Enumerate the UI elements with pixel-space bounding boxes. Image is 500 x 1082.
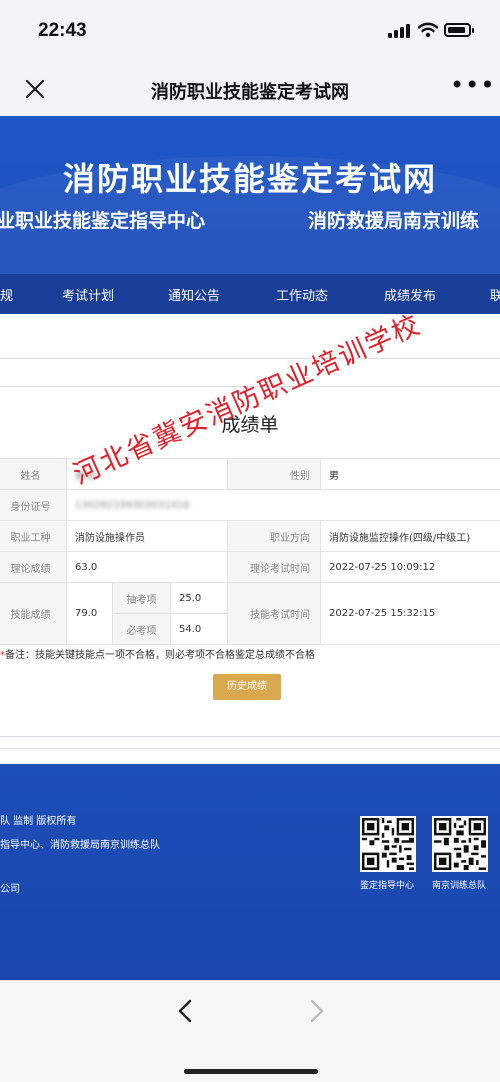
signal-icon — [388, 24, 410, 38]
table-row: 技能成绩 79.0 抽考项 25.0 技能考试时间 2022-07-25 15:… — [0, 582, 500, 645]
draw-item-value: 25.0 — [169, 582, 229, 614]
main-menu: 规 考试计划 通知公告 工作动态 成绩发布 联 — [0, 274, 500, 314]
page-title: 消防职业技能鉴定考试网 — [151, 82, 349, 103]
job-label: 职业工种 — [0, 520, 67, 552]
footer-tech-support: 公司 — [0, 884, 20, 895]
name-label: 姓名 — [0, 458, 67, 490]
menu-item-contact[interactable]: 联 — [490, 285, 500, 304]
site-footer: 队 监制 版权所有 指导中心、消防救援局南京训练总队 公司 鉴定指导中心 南京训… — [0, 764, 500, 980]
remark-note: *备注：技能关键技能点一项不合格，则必考项不合格鉴定总成绩不合格 — [0, 646, 315, 661]
site-banner: 消防职业技能鉴定考试网 业职业技能鉴定指导中心 消防救援局南京训练 — [0, 116, 500, 274]
theory-score-label: 理论成绩 — [0, 551, 67, 583]
divider — [0, 736, 500, 737]
qr-code-icon — [432, 816, 488, 872]
wifi-icon — [418, 22, 438, 38]
divider — [0, 748, 500, 749]
gender-label: 性别 — [227, 458, 322, 490]
browser-nav-bar: 消防职业技能鉴定考试网 ••• — [0, 62, 500, 116]
qr-code-icon — [360, 816, 416, 872]
direction-value: 消防设施监控操作(四级/中级工) — [320, 520, 500, 552]
skill-score-label: 技能成绩 — [0, 582, 67, 645]
theory-time-value: 2022-07-25 10:09:12 — [320, 551, 500, 583]
menu-item-work-news[interactable]: 工作动态 — [276, 285, 328, 304]
job-value: 消防设施操作员 — [65, 520, 229, 552]
skill-time-value: 2022-07-25 15:32:15 — [320, 582, 500, 645]
table-row: 理论成绩 63.0 理论考试时间 2022-07-25 10:09:12 — [0, 551, 500, 583]
home-indicator — [184, 1069, 318, 1074]
qr-label-nanjing: 南京训练总队 — [432, 881, 487, 891]
table-row: 职业工种 消防设施操作员 职业方向 消防设施监控操作(四级/中级工) — [0, 520, 500, 552]
required-item-label: 必考项 — [112, 613, 171, 645]
draw-item-label: 抽考项 — [112, 582, 171, 614]
forward-chevron-icon[interactable] — [302, 997, 330, 1025]
footer-copyright: 队 监制 版权所有 — [0, 816, 77, 827]
divider — [0, 358, 500, 359]
menu-item-exam-plan[interactable]: 考试计划 — [62, 285, 114, 304]
menu-item-notices[interactable]: 通知公告 — [168, 285, 220, 304]
more-icon[interactable]: ••• — [450, 73, 494, 102]
skill-time-label: 技能考试时间 — [227, 582, 322, 645]
menu-item-score-release[interactable]: 成绩发布 — [384, 285, 436, 304]
table-row: 身份证号 130282199303031418 — [0, 489, 500, 521]
banner-subtitle-left: 业职业技能鉴定指导中心 — [0, 210, 206, 232]
direction-label: 职业方向 — [227, 520, 322, 552]
skill-score-value: 79.0 — [66, 582, 113, 645]
id-label: 身份证号 — [0, 489, 67, 521]
back-chevron-icon[interactable] — [172, 997, 200, 1025]
score-table: 姓名 姜晓 性别 男 身份证号 130282199303031418 职业工种 … — [0, 458, 500, 645]
remark-text: 备注：技能关键技能点一项不合格，则必考项不合格鉴定总成绩不合格 — [5, 650, 315, 661]
theory-time-label: 理论考试时间 — [227, 551, 322, 583]
required-item-value: 54.0 — [169, 613, 229, 645]
id-value: 130282199303031418 — [65, 489, 500, 521]
banner-title: 消防职业技能鉴定考试网 — [62, 160, 437, 198]
menu-item-rules[interactable]: 规 — [0, 285, 13, 304]
status-bar: 22:43 — [0, 0, 500, 62]
theory-score-value: 63.0 — [65, 551, 229, 583]
banner-subtitle-right: 消防救援局南京训练 — [308, 210, 480, 232]
battery-icon — [444, 23, 474, 37]
status-time: 22:43 — [38, 20, 87, 41]
footer-host: 指导中心、消防救援局南京训练总队 — [0, 840, 160, 851]
browser-bottom-bar — [0, 980, 500, 1082]
history-scores-button[interactable]: 历史成绩 — [213, 674, 281, 700]
gender-value: 男 — [320, 458, 500, 490]
qr-label-center: 鉴定指导中心 — [360, 881, 415, 891]
